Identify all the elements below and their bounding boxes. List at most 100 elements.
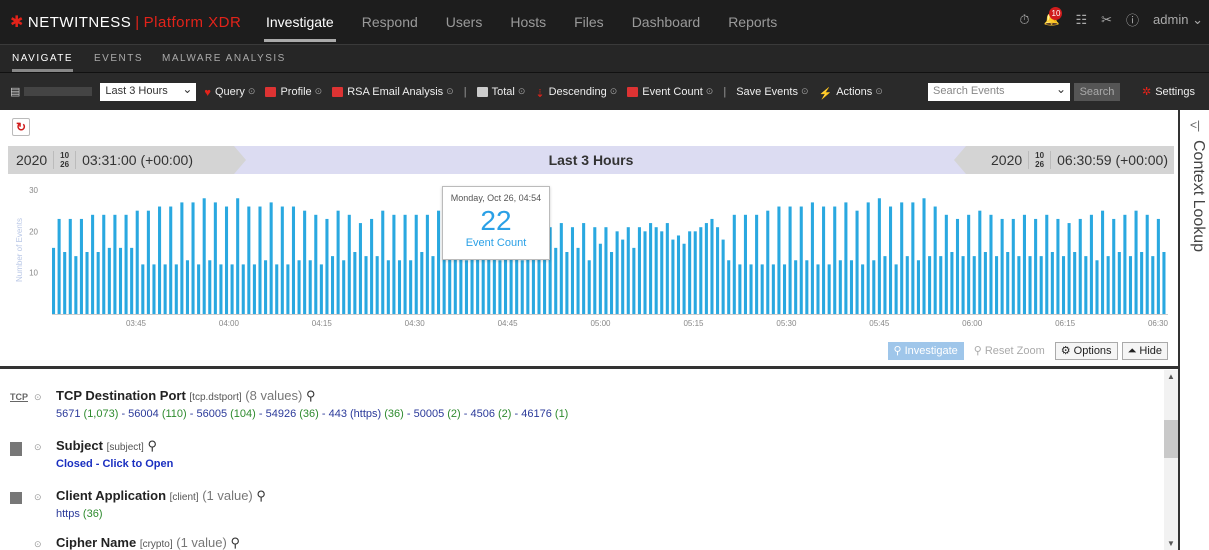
chart-bar[interactable] — [682, 243, 686, 314]
chart-bar[interactable] — [174, 264, 178, 314]
chart-bar[interactable] — [543, 252, 547, 314]
meta-key-header[interactable]: Subject [subject] ⚲ — [56, 438, 157, 454]
profile-menu[interactable]: Profile ⊙ — [265, 86, 322, 98]
chart-bar[interactable] — [531, 256, 535, 314]
service-icon[interactable]: ▤ — [10, 85, 20, 98]
search-events-input[interactable]: Search Events ⌄ — [928, 82, 1070, 101]
chart-bar[interactable] — [91, 214, 95, 314]
chevron-left-icon[interactable]: <| — [1190, 118, 1200, 132]
hide-button[interactable]: ⏶ Hide — [1121, 342, 1168, 360]
chart-bar[interactable] — [833, 206, 837, 314]
chart-bar[interactable] — [303, 210, 307, 314]
chart-bar[interactable] — [135, 210, 139, 314]
chart-bar[interactable] — [738, 264, 742, 314]
chart-bar[interactable] — [347, 214, 351, 314]
chart-bar[interactable] — [866, 202, 870, 314]
chart-bar[interactable] — [453, 252, 457, 314]
chart-bar[interactable] — [1017, 256, 1021, 314]
chart-bar[interactable] — [704, 223, 708, 314]
start-time[interactable]: 2020 10 26 03:31:00 (+00:00) — [8, 146, 246, 174]
chart-bar[interactable] — [1022, 214, 1026, 314]
chart-bar[interactable] — [844, 202, 848, 314]
chart-bar[interactable] — [319, 264, 323, 314]
chart-bar[interactable] — [693, 231, 697, 314]
chart-bar[interactable] — [414, 214, 418, 314]
chart-bar[interactable] — [855, 210, 859, 314]
chart-bar[interactable] — [118, 247, 123, 314]
chart-bar[interactable] — [1123, 214, 1127, 314]
chart-bar[interactable] — [392, 214, 396, 314]
chart-bar[interactable] — [85, 252, 89, 314]
chart-bar[interactable] — [353, 252, 357, 314]
chart-bar[interactable] — [286, 264, 290, 314]
chart-bar[interactable] — [331, 256, 335, 314]
chart-bar[interactable] — [1128, 256, 1133, 314]
chart-bar[interactable] — [944, 214, 948, 314]
chart-bar[interactable] — [782, 264, 787, 314]
chart-bar[interactable] — [559, 223, 563, 314]
chart-bar[interactable] — [716, 227, 720, 314]
chart-bar[interactable] — [805, 260, 809, 314]
chart-bar[interactable] — [849, 260, 854, 314]
meta-value[interactable]: 56004 — [128, 408, 162, 420]
sort-order-menu[interactable]: ⇣ Descending ⊙ — [535, 86, 617, 100]
chevron-down-icon[interactable]: ⊙ — [34, 392, 42, 403]
meta-value[interactable]: 5671 — [56, 408, 84, 420]
chart-bar[interactable] — [291, 206, 296, 314]
chart-bar[interactable] — [185, 260, 189, 314]
chart-bar[interactable] — [1078, 218, 1082, 314]
chart-bar[interactable] — [1134, 210, 1138, 314]
chart-bar[interactable] — [213, 202, 217, 314]
chart-bar[interactable] — [777, 206, 781, 314]
chart-bar[interactable] — [1117, 252, 1121, 314]
chart-bar[interactable] — [219, 264, 223, 314]
chart-bar[interactable] — [1151, 256, 1155, 314]
chart-bar[interactable] — [409, 260, 413, 314]
end-time[interactable]: 2020 10 26 06:30:59 (+00:00) — [954, 146, 1174, 174]
chart-bar[interactable] — [621, 239, 625, 314]
chart-bar[interactable] — [74, 256, 78, 314]
preferences-icon[interactable]: ☷ — [1075, 12, 1087, 28]
chart-bar[interactable] — [141, 264, 145, 314]
chart-bar[interactable] — [1084, 256, 1088, 314]
menu-investigate[interactable]: Investigate — [252, 0, 348, 44]
chart-bar[interactable] — [169, 206, 173, 314]
chart-bar[interactable] — [1106, 256, 1110, 314]
chart-bar[interactable] — [816, 264, 820, 314]
chart-bar[interactable] — [593, 227, 597, 314]
search-button[interactable]: Search — [1074, 83, 1120, 101]
chart-bar[interactable] — [582, 223, 586, 314]
chart-bar[interactable] — [442, 256, 446, 314]
chart-bar[interactable] — [124, 214, 128, 314]
chart-bar[interactable] — [163, 264, 167, 314]
chart-bar[interactable] — [989, 214, 993, 314]
search-icon[interactable]: ⚲ — [230, 535, 240, 550]
help-icon[interactable]: ⓘ — [1126, 10, 1139, 29]
chart-bar[interactable] — [749, 264, 753, 314]
chart-bar[interactable] — [280, 206, 284, 314]
chart-bar[interactable] — [498, 260, 502, 314]
chart-bar[interactable] — [1039, 256, 1043, 314]
chart-bar[interactable] — [972, 256, 976, 314]
chart-bar[interactable] — [955, 218, 960, 314]
chart-bar[interactable] — [822, 206, 826, 314]
chart-bar[interactable] — [911, 202, 915, 314]
chart-bar[interactable] — [1101, 210, 1105, 314]
meta-value[interactable]: https — [56, 508, 80, 520]
chart-bar[interactable] — [766, 210, 770, 314]
chart-bar[interactable] — [158, 206, 162, 314]
chart-bar[interactable] — [570, 227, 575, 314]
chart-bar[interactable] — [626, 227, 630, 314]
chart-bar[interactable] — [967, 214, 971, 314]
chart-bar[interactable] — [375, 256, 379, 314]
chart-bar[interactable] — [827, 264, 831, 314]
chart-bar[interactable] — [152, 264, 156, 314]
search-icon[interactable]: ⚲ — [147, 438, 157, 453]
chart-bar[interactable] — [1067, 223, 1071, 314]
chart-bar[interactable] — [191, 202, 195, 314]
chart-bar[interactable] — [1056, 218, 1060, 314]
chart-bar[interactable] — [883, 256, 887, 314]
chart-bar[interactable] — [794, 260, 798, 314]
menu-reports[interactable]: Reports — [714, 0, 791, 44]
chart-bar[interactable] — [732, 214, 736, 314]
